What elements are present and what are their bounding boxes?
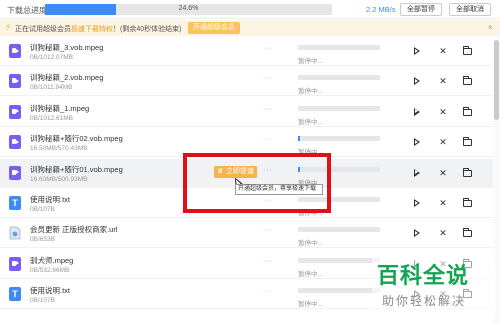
file-size: 0B/1012.61MB bbox=[30, 114, 74, 122]
video-file-icon bbox=[9, 165, 21, 180]
file-name: 训狗秘籍_2.vob.mpeg bbox=[30, 73, 104, 83]
row-speed-placeholder: ··· bbox=[263, 45, 273, 52]
file-size: 16.60MB/500.93MB bbox=[30, 175, 88, 183]
folder-icon[interactable] bbox=[462, 198, 472, 208]
file-size: 0B/1012.07MB bbox=[30, 54, 74, 61]
text-file-icon: T bbox=[9, 287, 21, 302]
video-file-icon bbox=[9, 74, 21, 89]
row-speed-placeholder: ··· bbox=[263, 136, 273, 144]
scrollbar-thumb[interactable] bbox=[494, 40, 499, 120]
row-speed-placeholder: ··· bbox=[263, 105, 273, 113]
file-size: 0B/532.66MB bbox=[30, 266, 70, 274]
file-status: 暂停中... bbox=[298, 88, 323, 96]
play-icon[interactable] bbox=[412, 198, 422, 208]
total-progress-label: 下载总进度 bbox=[7, 6, 47, 15]
file-progress-fill bbox=[298, 136, 301, 142]
trial-notice-bar: ⚡ 正在试用超级会员极速下载特权！(剩余40秒体验结束) 开通超级会员 × bbox=[0, 20, 500, 36]
close-icon[interactable]: ✕ bbox=[438, 168, 448, 178]
folder-icon[interactable] bbox=[462, 106, 472, 117]
file-name: 驯犬师.mpeg bbox=[30, 255, 74, 265]
close-icon[interactable]: ✕ bbox=[438, 137, 448, 147]
file-status: 暂停中... bbox=[298, 58, 323, 65]
video-file-icon bbox=[9, 135, 21, 150]
download-row[interactable]: 训狗秘籍_3.vob.mpeg 0B/1012.07MB ··· 暂停中... ✕ bbox=[0, 37, 500, 66]
folder-icon[interactable] bbox=[462, 167, 472, 178]
file-name: 使用说明.txt bbox=[30, 195, 71, 204]
total-progress-bar: 24.6% bbox=[45, 4, 332, 15]
file-name: 训狗秘籍+随行02.vob.mpeg bbox=[30, 134, 123, 144]
total-progress-percent: 24.6% bbox=[178, 5, 199, 12]
close-icon[interactable]: ✕ bbox=[438, 76, 448, 86]
row-speed-placeholder: ··· bbox=[263, 75, 273, 83]
url-file-icon bbox=[9, 226, 21, 241]
lightning-icon: ⚡ bbox=[5, 22, 12, 32]
folder-icon[interactable] bbox=[462, 228, 472, 238]
play-icon[interactable] bbox=[412, 76, 422, 86]
play-icon[interactable] bbox=[412, 46, 422, 56]
download-speed: 2.2 MB/s bbox=[366, 5, 396, 14]
file-size: 0B/653B bbox=[30, 236, 55, 244]
file-progress-bar bbox=[298, 105, 380, 111]
video-file-icon bbox=[9, 104, 21, 119]
file-status: 暂停中... bbox=[298, 118, 323, 126]
pause-all-button[interactable]: 全部暂停 bbox=[400, 3, 442, 16]
notice-text-start: 正在试用超级会员 bbox=[15, 26, 71, 33]
row-speed-placeholder: ··· bbox=[263, 257, 273, 265]
file-size: 16.50MB/570.43MB bbox=[30, 145, 88, 153]
text-file-icon: T bbox=[9, 196, 21, 210]
video-file-icon bbox=[9, 44, 21, 58]
file-size: 0B/107B bbox=[30, 206, 55, 213]
file-status: 暂停中... bbox=[298, 240, 323, 248]
play-icon[interactable] bbox=[412, 168, 422, 178]
video-file-icon bbox=[9, 256, 21, 271]
file-progress-bar bbox=[298, 75, 380, 81]
file-progress-bar bbox=[298, 45, 380, 50]
close-icon[interactable]: ✕ bbox=[438, 46, 448, 56]
row-speed-placeholder: ··· bbox=[263, 288, 273, 296]
trial-notice-text: 正在试用超级会员极速下载特权！(剩余40秒体验结束) bbox=[15, 24, 181, 34]
play-icon[interactable] bbox=[412, 107, 422, 117]
file-status: 暂停中... bbox=[298, 301, 323, 309]
file-progress-bar bbox=[298, 136, 380, 142]
folder-icon[interactable] bbox=[462, 137, 472, 147]
file-progress-bar bbox=[298, 227, 380, 233]
download-row[interactable]: 训狗秘籍_2.vob.mpeg 0B/1011.94MB ··· 暂停中... ✕ bbox=[0, 67, 500, 97]
download-progress-bar-area: 下载总进度 24.6% 2.2 MB/s 全部暂停 全部取消 bbox=[0, 0, 500, 19]
close-icon[interactable]: ✕ bbox=[438, 198, 448, 208]
folder-icon[interactable] bbox=[462, 46, 472, 56]
notice-text-end: ！(剩余40秒体验结束) bbox=[113, 26, 182, 33]
upgrade-member-button[interactable]: 开通超级会员 bbox=[188, 22, 240, 34]
download-row[interactable]: 训狗秘籍_1.mpeg 0B/1012.61MB ··· 暂停中... ✕ bbox=[0, 98, 500, 127]
file-name: 训狗秘籍_3.vob.mpeg bbox=[30, 43, 104, 52]
file-name: 使用说明.txt bbox=[30, 286, 71, 296]
close-icon[interactable]: ✕ bbox=[438, 228, 448, 238]
watermark-logo-text: 百科全说 bbox=[377, 264, 470, 289]
file-progress-bar bbox=[298, 288, 380, 294]
play-icon[interactable] bbox=[412, 228, 422, 238]
row-speed-placeholder: ··· bbox=[263, 227, 273, 235]
close-icon[interactable]: ✕ bbox=[438, 107, 448, 117]
watermark-slogan: 助你轻松解决 bbox=[382, 294, 467, 308]
file-size: 0B/107B bbox=[30, 297, 55, 305]
folder-icon[interactable] bbox=[462, 76, 472, 86]
highlight-frame bbox=[183, 153, 331, 213]
file-size: 0B/1011.94MB bbox=[30, 84, 73, 92]
file-name: 训狗秘籍+随行01.vob.mpeg bbox=[30, 164, 123, 174]
file-name: 训狗秘籍_1.mpeg bbox=[30, 103, 90, 113]
notice-text-highlight: 极速下载特权 bbox=[71, 26, 113, 33]
file-name: 会员更新 正版授权商家.url bbox=[30, 225, 118, 235]
cancel-all-button[interactable]: 全部取消 bbox=[449, 3, 491, 16]
file-status: 暂停中... bbox=[298, 270, 323, 278]
close-notice-icon[interactable]: × bbox=[488, 23, 493, 32]
download-row[interactable]: 会员更新 正版授权商家.url 0B/653B ··· 暂停中... ✕ bbox=[0, 219, 500, 249]
play-icon[interactable] bbox=[412, 137, 422, 147]
file-progress-bar bbox=[298, 257, 380, 263]
